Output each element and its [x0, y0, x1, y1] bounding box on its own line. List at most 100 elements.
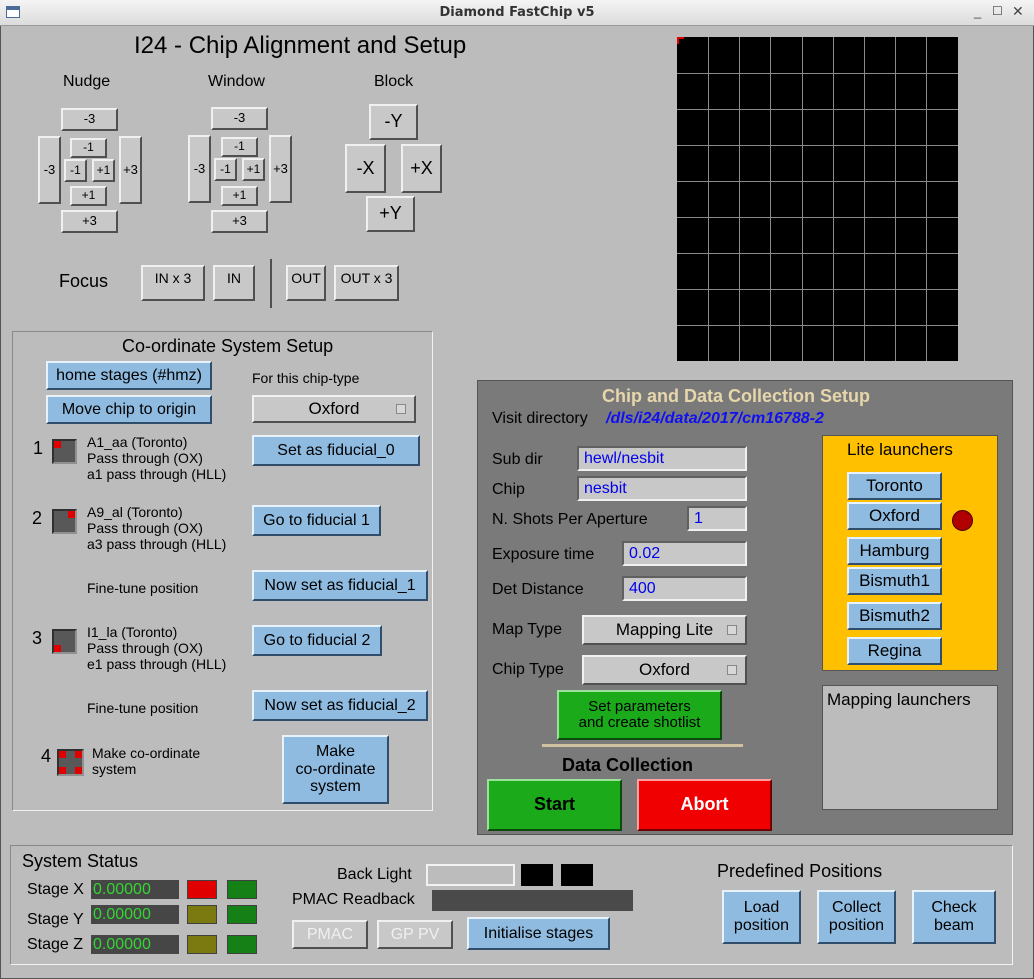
- make-btn-line3: system: [310, 778, 361, 796]
- block-label: Block: [374, 73, 414, 90]
- load-position-line2: position: [733, 917, 790, 934]
- fine-tune-1-label: Fine-tune position: [87, 580, 199, 596]
- shots-per-aperture-input[interactable]: 1: [687, 506, 747, 531]
- lite-toronto-button[interactable]: Toronto: [847, 472, 942, 500]
- focus-out-button[interactable]: OUT: [286, 265, 326, 301]
- set-parameters-button[interactable]: Set parameters and create shotlist: [557, 690, 722, 740]
- window-minus3-left-button[interactable]: -3: [188, 135, 211, 203]
- fiducial-3-line1: I1_la (Toronto): [87, 624, 178, 640]
- make-coord-label-1: Make co-ordinate: [92, 745, 201, 761]
- back-light-on-indicator: [561, 864, 593, 886]
- home-stages-button[interactable]: home stages (#hmz): [46, 361, 212, 390]
- window-plus1-right-button[interactable]: +1: [242, 158, 265, 181]
- stage-y-limit-led: [187, 905, 217, 924]
- camera-view[interactable]: [677, 37, 958, 361]
- stage-y-label: Stage Y: [27, 911, 84, 928]
- nudge-plus1-bottom-button[interactable]: +1: [70, 186, 107, 206]
- check-beam-button[interactable]: Check beam: [912, 890, 996, 944]
- pmac-button[interactable]: PMAC: [292, 920, 368, 949]
- nudge-plus3-bottom-button[interactable]: +3: [61, 210, 118, 233]
- make-coord-label-2: system: [92, 761, 137, 777]
- lite-regina-button[interactable]: Regina: [847, 637, 942, 665]
- title-bar: Diamond FastChip v5 _ ☐ ✕: [0, 0, 1034, 26]
- window-minus3-top-button[interactable]: -3: [211, 107, 268, 130]
- chip-type-dc-select[interactable]: Oxford: [582, 655, 747, 685]
- dropdown-knob-icon: [727, 625, 737, 635]
- origin-marker-icon: [677, 37, 684, 44]
- block-minus-x-button[interactable]: -X: [345, 144, 386, 193]
- maximize-icon[interactable]: ☐: [992, 4, 1003, 18]
- goto-fiducial-2-button[interactable]: Go to fiducial 2: [252, 625, 382, 656]
- chip-name-input[interactable]: nesbit: [577, 476, 747, 501]
- focus-divider: [270, 259, 272, 308]
- focus-in-x3-button[interactable]: IN x 3: [141, 265, 205, 301]
- fiducial-top-left-icon: [52, 439, 77, 464]
- map-type-select[interactable]: Mapping Lite: [582, 615, 747, 645]
- make-coordinate-system-button[interactable]: Make co-ordinate system: [282, 735, 389, 804]
- set-params-line1: Set parameters: [588, 697, 691, 715]
- close-icon[interactable]: ✕: [1012, 3, 1024, 20]
- stage-x-ok-led: [227, 880, 257, 899]
- system-status-title: System Status: [22, 851, 139, 871]
- fine-tune-2-label: Fine-tune position: [87, 700, 199, 716]
- status-indicator-icon: [952, 510, 973, 531]
- minimize-icon[interactable]: _: [974, 4, 981, 19]
- focus-in-button[interactable]: IN: [213, 265, 255, 301]
- block-plus-y-button[interactable]: +Y: [366, 196, 415, 232]
- nudge-plus1-right-button[interactable]: +1: [92, 159, 115, 182]
- collection-divider: [542, 744, 743, 747]
- nudge-minus3-top-button[interactable]: -3: [61, 108, 118, 131]
- lite-hamburg-button[interactable]: Hamburg: [847, 537, 942, 565]
- visit-directory-label: Visit directory: [492, 410, 588, 427]
- fiducial-top-right-icon: [52, 509, 77, 534]
- window-minus1-top-button[interactable]: -1: [221, 137, 258, 157]
- lite-bismuth2-button[interactable]: Bismuth2: [847, 602, 942, 630]
- window-plus3-right-button[interactable]: +3: [269, 135, 292, 203]
- collect-position-line2: position: [828, 917, 885, 934]
- set-fiducial-2-button[interactable]: Now set as fiducial_2: [252, 690, 428, 721]
- block-minus-y-button[interactable]: -Y: [369, 104, 418, 140]
- goto-fiducial-1-button[interactable]: Go to fiducial 1: [252, 505, 381, 536]
- nudge-plus3-right-button[interactable]: +3: [119, 136, 142, 204]
- fiducial-3-number: 3: [32, 628, 43, 648]
- window-plus1-bottom-button[interactable]: +1: [221, 186, 258, 206]
- set-fiducial-0-button[interactable]: Set as fiducial_0: [252, 435, 420, 466]
- map-type-label: Map Type: [492, 621, 562, 638]
- back-light-bar[interactable]: [426, 864, 515, 886]
- block-plus-x-button[interactable]: +X: [401, 144, 442, 193]
- nudge-minus3-left-button[interactable]: -3: [38, 136, 61, 204]
- fiducial-1-line3: a1 pass through (HLL): [87, 466, 227, 482]
- load-position-button[interactable]: Load position: [722, 890, 801, 944]
- back-light-off-indicator: [521, 864, 553, 886]
- nudge-minus1-left-button[interactable]: -1: [64, 159, 87, 182]
- move-chip-origin-button[interactable]: Move chip to origin: [46, 395, 212, 424]
- dropdown-knob-icon: [727, 665, 737, 675]
- data-collection-title: Chip and Data Collection Setup: [602, 386, 871, 406]
- det-distance-input[interactable]: 400: [622, 576, 747, 601]
- alignment-title: I24 - Chip Alignment and Setup: [134, 32, 467, 59]
- focus-out-x3-button[interactable]: OUT x 3: [334, 265, 399, 301]
- map-type-value: Mapping Lite: [615, 620, 714, 639]
- lite-oxford-button[interactable]: Oxford: [847, 502, 942, 530]
- subdir-input[interactable]: hewl/nesbit: [577, 446, 747, 471]
- check-beam-line2: beam: [933, 917, 975, 934]
- focus-label: Focus: [59, 271, 109, 291]
- window-minus1-left-button[interactable]: -1: [214, 158, 237, 181]
- abort-button[interactable]: Abort: [637, 779, 772, 831]
- fiducial-bottom-left-icon: [52, 629, 77, 654]
- collect-position-button[interactable]: Collect position: [817, 890, 896, 944]
- nudge-minus1-top-button[interactable]: -1: [70, 138, 107, 158]
- lite-bismuth1-button[interactable]: Bismuth1: [847, 567, 942, 595]
- exposure-time-input[interactable]: 0.02: [622, 541, 747, 566]
- chip-type-select[interactable]: Oxford: [252, 395, 416, 423]
- set-fiducial-1-button[interactable]: Now set as fiducial_1: [252, 570, 428, 601]
- fiducial-all-corners-icon: [57, 749, 84, 776]
- det-distance-label: Det Distance: [492, 581, 584, 598]
- chip-type-dc-label: Chip Type: [492, 661, 564, 678]
- initialise-stages-button[interactable]: Initialise stages: [467, 917, 610, 950]
- gp-pv-button[interactable]: GP PV: [377, 920, 453, 949]
- window-plus3-bottom-button[interactable]: +3: [211, 210, 268, 233]
- stage-z-ok-led: [227, 935, 257, 954]
- stage-x-label: Stage X: [27, 881, 84, 898]
- start-button[interactable]: Start: [487, 779, 622, 831]
